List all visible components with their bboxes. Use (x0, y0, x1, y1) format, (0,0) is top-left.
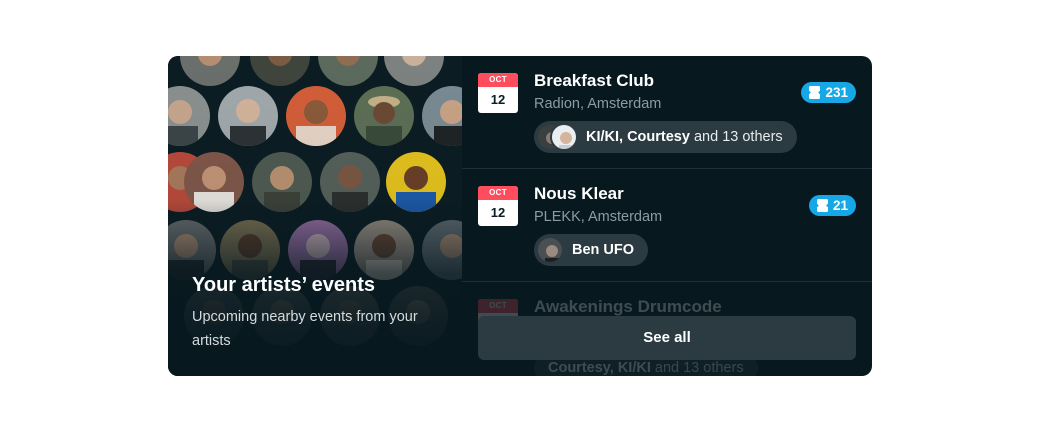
artist-names: Ben UFO (572, 242, 635, 258)
event-title[interactable]: Nous Klear (534, 184, 624, 204)
artist-names: KI/KI, Courtesy (586, 129, 690, 145)
ticket-count: 21 (832, 198, 848, 213)
artist-others: and 13 others (654, 360, 744, 376)
event-day: 12 (490, 92, 506, 107)
ticket-count-badge[interactable]: 231 (801, 82, 856, 103)
artist-chip[interactable]: Ben UFO (534, 234, 649, 266)
artist-photo-collage: Your artists’ events Upcoming nearby eve… (168, 56, 462, 376)
artist-avatar (536, 236, 564, 264)
event-month: OCT (478, 186, 518, 200)
event-item[interactable]: OCT 12 Breakfast Club Radion, Amsterdam … (462, 56, 872, 169)
ticket-count-badge[interactable]: 21 (808, 195, 856, 216)
event-venue: PLEKK, Amsterdam (534, 209, 663, 225)
artists-events-card: Your artists’ events Upcoming nearby eve… (168, 56, 872, 376)
event-title: Awakenings Drumcode (534, 297, 722, 316)
event-venue: Radion, Amsterdam (534, 96, 662, 112)
calendar-icon: OCT 12 (478, 186, 518, 226)
event-list: OCT 12 Breakfast Club Radion, Amsterdam … (462, 56, 872, 376)
ticket-icon (809, 86, 821, 99)
event-month: OCT (478, 299, 518, 313)
see-all-button[interactable]: See all (478, 316, 856, 360)
ticket-count: 231 (825, 85, 848, 100)
calendar-icon: OCT 12 (478, 73, 518, 113)
artist-avatar (550, 123, 578, 151)
event-item[interactable]: OCT 12 Nous Klear PLEKK, Amsterdam 21 Be… (462, 169, 872, 282)
artist-others: and 13 others (693, 129, 783, 145)
event-title[interactable]: Breakfast Club (534, 71, 654, 91)
event-day: 12 (490, 205, 506, 220)
panel-subtitle: Upcoming nearby events from your artists (192, 309, 418, 349)
artist-names: Courtesy, KI/KI (548, 360, 651, 376)
panel-title: Your artists’ events (192, 274, 376, 296)
event-month: OCT (478, 73, 518, 87)
artist-chip[interactable]: KI/KI, Courtesy and 13 others (534, 121, 797, 153)
ticket-icon (816, 199, 828, 212)
